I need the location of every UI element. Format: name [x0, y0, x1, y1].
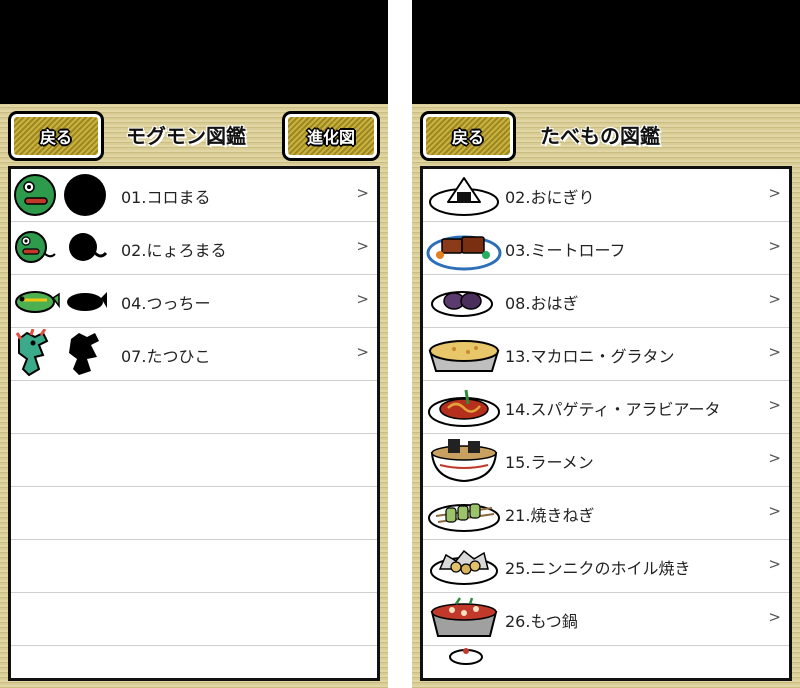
back-button[interactable]: 戻る	[8, 111, 104, 161]
list-item[interactable]: 04.つっちー >	[11, 275, 377, 328]
list-item[interactable]: 01.コロまる >	[11, 169, 377, 222]
list-item[interactable]: 03.ミートローフ >	[423, 222, 789, 275]
item-label: 01.コロまる	[121, 188, 211, 207]
empty-row	[11, 487, 377, 540]
motsunabe-icon	[430, 597, 498, 637]
item-label: 03.ミートローフ	[505, 241, 626, 260]
evolution-chart-button[interactable]: 進化図	[282, 111, 380, 161]
chevron-right-icon: >	[768, 449, 781, 467]
item-label: 21.焼きねぎ	[505, 506, 595, 525]
empty-row	[11, 381, 377, 434]
chevron-right-icon: >	[356, 290, 369, 308]
tatsuhiko-icon	[15, 329, 99, 377]
onigiri-icon	[429, 177, 499, 216]
list-item[interactable]: 02.おにぎり >	[423, 169, 789, 222]
item-label: 25.ニンニクのホイル焼き	[505, 559, 691, 578]
cake-icon	[449, 648, 483, 665]
back-button-label: 戻る	[451, 128, 484, 147]
empty-row	[11, 593, 377, 646]
back-button-label: 戻る	[39, 128, 72, 147]
empty-row	[11, 434, 377, 487]
empty-row	[11, 540, 377, 593]
page-title: たべもの図鑑	[540, 124, 660, 148]
meatloaf-icon	[426, 235, 502, 271]
chevron-right-icon: >	[768, 555, 781, 573]
tsucchi-icon	[15, 291, 107, 313]
garlic-foil-icon	[430, 549, 498, 585]
evolution-chart-button-label: 進化図	[306, 128, 355, 147]
item-label: 26.もつ鍋	[505, 612, 578, 631]
ramen-icon	[430, 439, 498, 483]
chevron-right-icon: >	[768, 343, 781, 361]
koromaru-icon	[14, 174, 106, 216]
item-label: 08.おはぎ	[505, 294, 579, 313]
list-item[interactable]: 15.ラーメン >	[423, 434, 789, 487]
item-label: 14.スパゲティ・アラビアータ	[505, 400, 721, 419]
item-label: 02.おにぎり	[505, 188, 595, 207]
list-item[interactable]: 08.おはぎ >	[423, 275, 789, 328]
chevron-right-icon: >	[356, 237, 369, 255]
chevron-right-icon: >	[768, 608, 781, 626]
item-label: 15.ラーメン	[505, 453, 594, 472]
list-item[interactable]: 13.マカロニ・グラタン >	[423, 328, 789, 381]
gratin-icon	[428, 340, 500, 372]
chevron-right-icon: >	[768, 184, 781, 202]
chevron-right-icon: >	[768, 237, 781, 255]
chevron-right-icon: >	[356, 184, 369, 202]
yakinegi-icon	[428, 503, 500, 532]
list-item-partial[interactable]	[423, 646, 789, 678]
list-item[interactable]: 02.にょろまる >	[11, 222, 377, 275]
empty-row	[11, 646, 377, 678]
list-item[interactable]: 21.焼きねぎ >	[423, 487, 789, 540]
spaghetti-icon	[428, 389, 500, 427]
food-panel: 戻る たべもの図鑑 02.おにぎり > 03.ミートローフ > 08.おはぎ >…	[412, 0, 800, 688]
list-item[interactable]: 26.もつ鍋 >	[423, 593, 789, 646]
chevron-right-icon: >	[768, 396, 781, 414]
item-label: 07.たつひこ	[121, 347, 211, 366]
page-title: モグモン図鑑	[126, 124, 246, 148]
list-item[interactable]: 07.たつひこ >	[11, 328, 377, 381]
item-label: 04.つっちー	[121, 294, 211, 313]
food-list: 02.おにぎり > 03.ミートローフ > 08.おはぎ > 13.マカロニ・グ…	[420, 166, 792, 681]
chevron-right-icon: >	[356, 343, 369, 361]
mogumon-panel: 戻る モグモン図鑑 進化図 01.コロまる > 02.にょろまる > 04.つっ…	[0, 0, 388, 688]
back-button[interactable]: 戻る	[420, 111, 516, 161]
item-label: 02.にょろまる	[121, 241, 227, 260]
food-header: 戻る たべもの図鑑	[412, 104, 800, 166]
mogumon-header: 戻る モグモン図鑑 進化図	[0, 104, 388, 166]
status-bar-area	[0, 0, 388, 104]
chevron-right-icon: >	[768, 290, 781, 308]
nyoromaru-icon	[15, 231, 107, 263]
mogumon-list: 01.コロまる > 02.にょろまる > 04.つっちー > 07.たつひこ >	[8, 166, 380, 681]
list-item[interactable]: 14.スパゲティ・アラビアータ >	[423, 381, 789, 434]
chevron-right-icon: >	[768, 502, 781, 520]
ohagi-icon	[431, 291, 493, 317]
status-bar-area	[412, 0, 800, 104]
item-label: 13.マカロニ・グラタン	[505, 347, 675, 366]
list-item[interactable]: 25.ニンニクのホイル焼き >	[423, 540, 789, 593]
